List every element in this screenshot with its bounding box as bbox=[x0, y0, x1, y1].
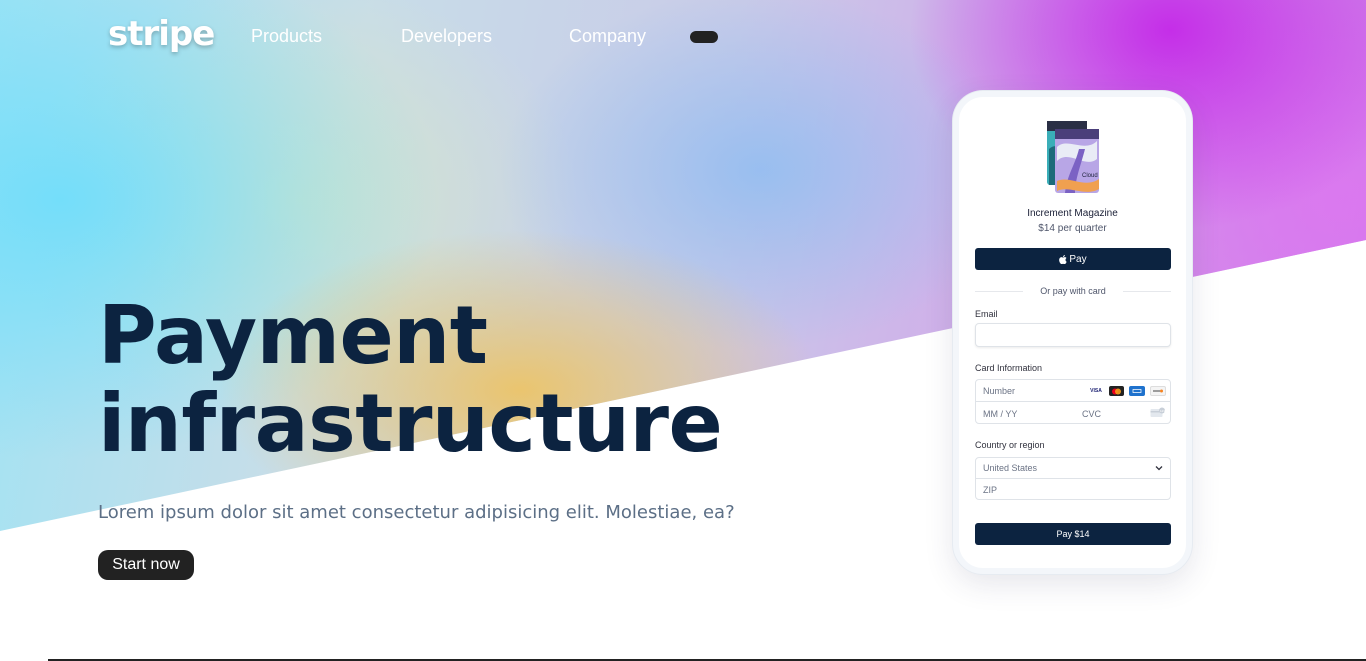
hero-headline: Payment infrastructure bbox=[98, 289, 723, 470]
pay-with-card-divider: Or pay with card bbox=[975, 286, 1171, 298]
apple-pay-button[interactable]: Pay bbox=[975, 248, 1171, 270]
card-expiry-placeholder: MM / YY bbox=[983, 409, 1018, 419]
card-number-placeholder: Number bbox=[983, 386, 1016, 396]
card-expiry-field[interactable]: MM / YY bbox=[976, 403, 1073, 424]
visa-icon: VISA bbox=[1090, 388, 1102, 394]
product-name: Increment Magazine bbox=[1027, 208, 1118, 219]
country-select[interactable]: United States bbox=[976, 458, 1170, 479]
zip-field[interactable]: ZIP bbox=[976, 480, 1170, 500]
pay-button[interactable]: Pay $14 bbox=[975, 523, 1171, 545]
product-price: $14 per quarter bbox=[1038, 223, 1107, 234]
magazine-cover-title: Cloud bbox=[1082, 173, 1098, 179]
nav-link-products[interactable]: Products bbox=[251, 26, 322, 47]
chevron-down-icon bbox=[1155, 466, 1163, 471]
card-cvc-placeholder: CVC bbox=[1082, 409, 1102, 419]
country-select-value: United States bbox=[983, 463, 1038, 473]
country-region-group: United States ZIP bbox=[975, 457, 1171, 500]
nav-pill-toggle[interactable] bbox=[690, 31, 718, 43]
discover-icon bbox=[1150, 386, 1166, 396]
country-region-label: Country or region bbox=[975, 440, 1045, 450]
email-label: Email bbox=[975, 309, 998, 319]
card-information-group: Number VISA MM / YY CVC 123 bbox=[975, 379, 1171, 424]
stripe-logo[interactable]: stripe bbox=[108, 14, 215, 54]
email-field[interactable] bbox=[975, 323, 1171, 347]
nav-link-company[interactable]: Company bbox=[569, 26, 646, 47]
card-information-label: Card Information bbox=[975, 363, 1043, 373]
apple-pay-label: Pay bbox=[1069, 253, 1087, 265]
apple-icon bbox=[1059, 254, 1068, 264]
cvc-card-icon: 123 bbox=[1150, 407, 1165, 417]
card-number-field[interactable]: Number VISA bbox=[976, 380, 1170, 402]
divider-line-right bbox=[1123, 291, 1171, 292]
amex-icon bbox=[1129, 386, 1145, 396]
mastercard-icon bbox=[1109, 386, 1124, 396]
card-cvc-field[interactable]: CVC 123 bbox=[1073, 403, 1170, 424]
nav-link-developers[interactable]: Developers bbox=[401, 26, 492, 47]
hero-headline-line2: infrastructure bbox=[98, 377, 723, 470]
magazine-cover-image: Cloud bbox=[1047, 121, 1099, 193]
zip-placeholder: ZIP bbox=[983, 485, 998, 495]
hero-subtext: Lorem ipsum dolor sit amet consectetur a… bbox=[98, 502, 735, 523]
svg-text:123: 123 bbox=[1160, 409, 1165, 413]
start-now-button[interactable]: Start now bbox=[98, 550, 194, 580]
checkout-phone-mockup: Cloud Increment Magazine $14 per quarter… bbox=[953, 91, 1192, 574]
hero-headline-line1: Payment bbox=[98, 289, 488, 382]
